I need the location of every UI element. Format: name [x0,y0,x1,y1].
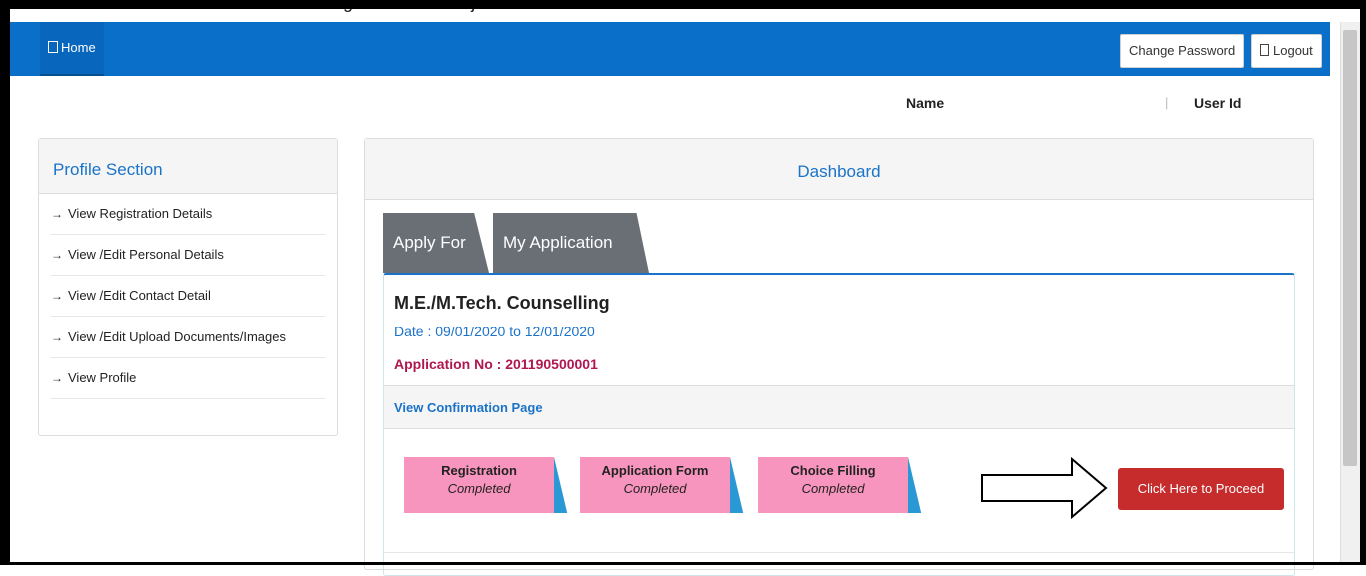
profile-item-label: View Registration Details [68,206,213,221]
step-registration: Registration Completed [404,457,568,513]
course-date: Date : 09/01/2020 to 12/01/2020 [394,327,595,339]
view-confirmation-link[interactable]: View Confirmation Page [394,400,543,415]
change-password-button[interactable]: Change Password [1120,34,1245,68]
arrow-right-icon: → [51,330,63,344]
step-status: Completed [447,481,511,496]
confirmation-bar: View Confirmation Page [384,385,1294,429]
user-info-separator: | [1165,95,1169,110]
arrow-right-icon: → [51,248,63,262]
step-title: Registration [441,463,517,478]
profile-item-view-registration[interactable]: → View Registration Details [51,194,325,235]
proceed-button[interactable]: Click Here to Proceed [1118,468,1284,510]
course-title: M.E./M.Tech. Counselling [394,293,610,313]
logout-icon [1260,44,1269,56]
arrow-right-icon: → [51,207,63,221]
step-wedge [908,457,922,513]
arrow-right-icon: → [51,371,63,385]
profile-item-label: View /Edit Personal Details [68,247,224,262]
scrollbar-thumb[interactable] [1343,30,1357,466]
application-number: Application No : 201190500001 [394,356,598,372]
profile-item-label: View /Edit Upload Documents/Images [68,329,286,344]
profile-item-edit-contact[interactable]: → View /Edit Contact Detail [51,276,325,317]
step-wedge [554,457,568,513]
user-id-label: User Id [1194,95,1242,111]
card-divider [384,552,1294,553]
step-application-form: Application Form Completed [580,457,744,513]
step-wedge [730,457,744,513]
user-name-label: Name [906,95,945,111]
tab-my-application[interactable]: My Application [493,213,649,273]
dashboard-heading: Dashboard [365,139,1313,200]
nav-home-link[interactable]: Home [40,22,104,76]
profile-section-panel: Profile Section → View Registration Detai… [38,138,338,436]
application-card: M.E./M.Tech. Counselling Date : 09/01/20… [383,273,1295,576]
right-arrow-icon [981,457,1108,519]
profile-item-label: View Profile [68,370,137,385]
frame-left-border [0,0,10,565]
logout-button[interactable]: Logout [1251,34,1322,68]
home-icon [48,41,58,53]
step-title: Choice Filling [790,463,876,478]
profile-item-edit-personal[interactable]: → View /Edit Personal Details [51,235,325,276]
frame-top-border [0,0,1366,9]
profile-item-label: View /Edit Contact Detail [68,288,211,303]
tab-apply-for[interactable]: Apply For [383,213,489,273]
profile-item-upload-documents[interactable]: → View /Edit Upload Documents/Images [51,317,325,358]
logout-label: Logout [1273,43,1313,58]
dashboard-panel: Dashboard Apply For My Application M.E./… [364,138,1314,576]
nav-home-label: Home [61,40,96,55]
profile-section-heading: Profile Section [39,139,337,194]
step-status: Completed [801,481,865,496]
step-choice-filling: Choice Filling Completed [758,457,922,513]
top-navbar: Home Change Password Logout [10,22,1330,76]
profile-item-view-profile[interactable]: → View Profile [51,358,325,399]
frame-right-border [1360,0,1366,565]
profile-menu: → View Registration Details → View /Edit P… [39,194,337,399]
step-status: Completed [623,481,687,496]
step-title: Application Form [601,463,709,478]
arrow-right-icon: → [51,289,63,303]
